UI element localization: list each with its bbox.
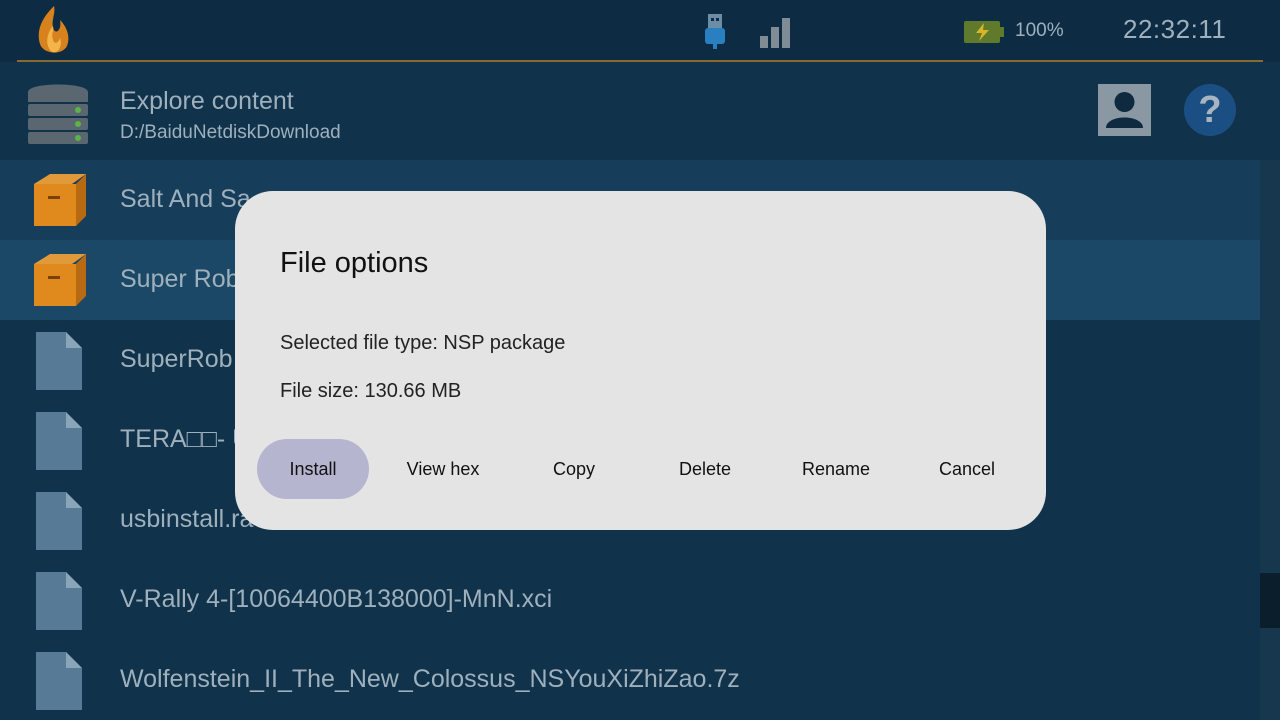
cancel-button[interactable]: Cancel [911, 439, 1023, 499]
rename-button[interactable]: Rename [780, 439, 892, 499]
package-box-icon [34, 174, 86, 226]
file-icon [36, 492, 82, 550]
page-title: Explore content [120, 87, 294, 115]
file-type-label: Selected file type: NSP package [280, 332, 566, 354]
file-name: Wolfenstein_II_The_New_Colossus_NSYouXiZ… [120, 665, 740, 693]
user-icon [1106, 92, 1143, 128]
status-bar: 100% 22:32:11 [0, 0, 1280, 62]
file-name: SuperRob [120, 345, 233, 373]
file-name: TERA□□- U [120, 425, 251, 453]
storage-drive-icon [28, 84, 88, 144]
dialog-title: File options [280, 247, 429, 279]
list-item[interactable]: Wolfenstein_II_The_New_Colossus_NSYouXiZ… [0, 640, 1260, 720]
signal-icon [760, 18, 790, 48]
clock: 22:32:11 [1123, 14, 1227, 44]
scrollbar-thumb[interactable] [1260, 573, 1280, 628]
location-header: Explore content D:/BaiduNetdiskDownload … [0, 62, 1280, 160]
file-name: V-Rally 4-[10064400B138000]-MnN.xci [120, 585, 553, 613]
view-hex-button[interactable]: View hex [387, 439, 499, 499]
scrollbar-track[interactable] [1260, 160, 1280, 720]
file-icon [36, 652, 82, 710]
file-name: usbinstall.ra [120, 505, 254, 533]
app-logo-icon [38, 6, 69, 53]
package-box-icon [34, 254, 86, 306]
copy-button[interactable]: Copy [518, 439, 630, 499]
battery-charging-icon [964, 21, 1004, 43]
usb-icon [705, 14, 725, 49]
file-name: Salt And Sa [120, 185, 251, 213]
file-size-label: File size: 130.66 MB [280, 380, 462, 402]
install-button[interactable]: Install [257, 439, 369, 499]
file-icon [36, 412, 82, 470]
battery-percent: 100% [1015, 20, 1064, 41]
user-button[interactable] [1098, 84, 1151, 136]
file-options-dialog: File options Selected file type: NSP pac… [235, 191, 1046, 530]
file-icon [36, 332, 82, 390]
help-button[interactable]: ? [1184, 84, 1236, 136]
delete-button[interactable]: Delete [649, 439, 761, 499]
file-icon [36, 572, 82, 630]
list-item[interactable]: V-Rally 4-[10064400B138000]-MnN.xci [0, 560, 1260, 640]
help-icon: ? [1198, 89, 1222, 131]
current-path: D:/BaiduNetdiskDownload [120, 122, 341, 143]
file-name: Super Rob [120, 265, 240, 293]
